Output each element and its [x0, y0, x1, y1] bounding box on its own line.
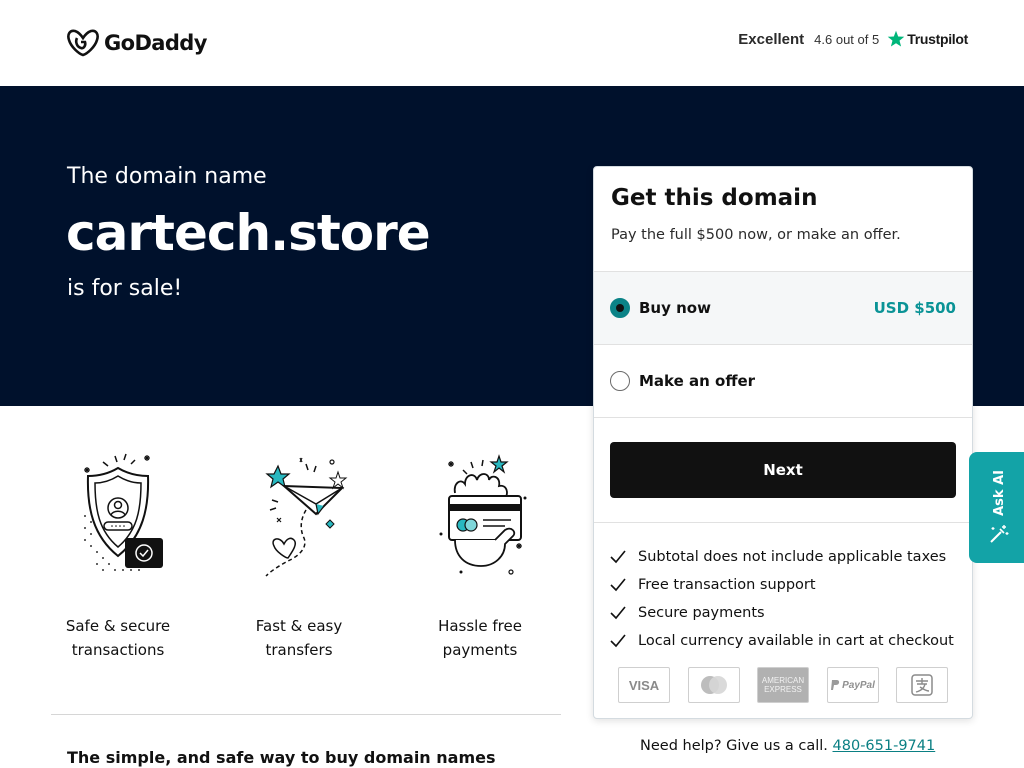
card-separator	[594, 522, 972, 523]
magic-wand-icon	[990, 525, 1009, 544]
phone-link[interactable]: 480-651-9741	[833, 738, 936, 754]
benefit-text: Secure payments	[638, 605, 765, 621]
check-icon	[610, 606, 626, 620]
next-button[interactable]: Next	[610, 442, 956, 498]
section-divider	[51, 714, 561, 715]
amex-label-bottom: EXPRESS	[764, 685, 802, 694]
check-icon	[610, 634, 626, 648]
hero-intro: The domain name	[67, 164, 267, 189]
purchase-card: Get this domain Pay the full $500 now, o…	[593, 166, 973, 719]
visa-icon: VISA	[618, 667, 670, 703]
ask-ai-label: Ask AI	[991, 469, 1007, 516]
trustpilot-logo: Trustpilot	[887, 30, 968, 48]
check-icon	[610, 550, 626, 564]
godaddy-logo[interactable]: GoDaddy	[67, 28, 207, 58]
feature-hassle-free: Hassle free payments	[413, 448, 547, 662]
feature-safe-secure: Safe & secure transactions	[51, 448, 185, 662]
logo-wordmark: GoDaddy	[104, 31, 207, 55]
hero-for-sale: is for sale!	[67, 276, 183, 301]
card-subtitle: Pay the full $500 now, or make an offer.	[611, 227, 901, 243]
list-item: Free transaction support	[610, 571, 970, 599]
list-item: Subtotal does not include applicable tax…	[610, 543, 970, 571]
benefit-text: Subtotal does not include applicable tax…	[638, 549, 947, 565]
help-line: Need help? Give us a call. 480-651-9741	[640, 738, 935, 754]
radio-make-offer[interactable]	[610, 371, 630, 391]
benefit-text: Free transaction support	[638, 577, 816, 593]
option-label: Make an offer	[639, 372, 756, 390]
option-make-offer[interactable]: Make an offer	[594, 344, 972, 417]
trust-rating-word: Excellent	[738, 30, 805, 48]
feature-label-line2: transactions	[71, 641, 165, 659]
shield-icon	[84, 453, 163, 571]
ask-ai-button[interactable]: Ask AI	[969, 452, 1024, 563]
paypal-icon: PayPal	[826, 667, 879, 703]
section-title: The simple, and safe way to buy domain n…	[67, 748, 496, 767]
alipay-icon	[896, 667, 948, 703]
benefit-text: Local currency available in cart at chec…	[638, 633, 954, 649]
mastercard-icon	[687, 667, 740, 703]
help-text: Need help? Give us a call.	[640, 738, 828, 754]
feature-label-line2: payments	[442, 641, 518, 659]
features-section: Safe & secure transactions Fast & easy t…	[51, 448, 561, 659]
option-price: USD $500	[873, 299, 956, 317]
options-bottom-border	[594, 417, 972, 418]
trust-score: 4.6 out of 5	[814, 31, 880, 47]
godaddy-logo-icon	[67, 29, 99, 57]
site-header: GoDaddy Excellent 4.6 out of 5 Trustpilo…	[0, 0, 1024, 86]
benefits-list: Subtotal does not include applicable tax…	[610, 543, 970, 655]
star-icon	[887, 30, 905, 47]
feature-fast-easy: Fast & easy transfers	[232, 448, 366, 662]
amex-label-top: AMERICAN	[761, 676, 805, 685]
trustpilot-badge[interactable]: Excellent 4.6 out of 5 Trustpilot	[738, 30, 968, 48]
card-title: Get this domain	[611, 185, 818, 211]
trustpilot-wordmark: Trustpilot	[907, 31, 968, 47]
list-item: Local currency available in cart at chec…	[610, 627, 970, 655]
feature-label-line1: Fast & easy	[255, 617, 343, 635]
feature-label-line2: transfers	[265, 641, 333, 659]
domain-name-title: cartech.store	[66, 204, 431, 262]
paypal-label: PayPal	[842, 679, 875, 691]
amex-icon: AMERICAN EXPRESS	[757, 667, 809, 703]
paper-plane-icon	[265, 457, 348, 577]
card-hand-icon	[439, 454, 527, 575]
list-item: Secure payments	[610, 599, 970, 627]
option-label: Buy now	[639, 299, 711, 317]
payment-methods: VISA AMERICAN EXPRESS PayPal	[618, 667, 966, 703]
radio-buy-now[interactable]	[610, 298, 630, 318]
feature-label-line1: Safe & secure	[65, 617, 171, 635]
feature-label-line1: Hassle free	[438, 617, 522, 635]
visa-label: VISA	[628, 677, 660, 693]
option-buy-now[interactable]: Buy now USD $500	[594, 271, 972, 344]
check-icon	[610, 578, 626, 592]
